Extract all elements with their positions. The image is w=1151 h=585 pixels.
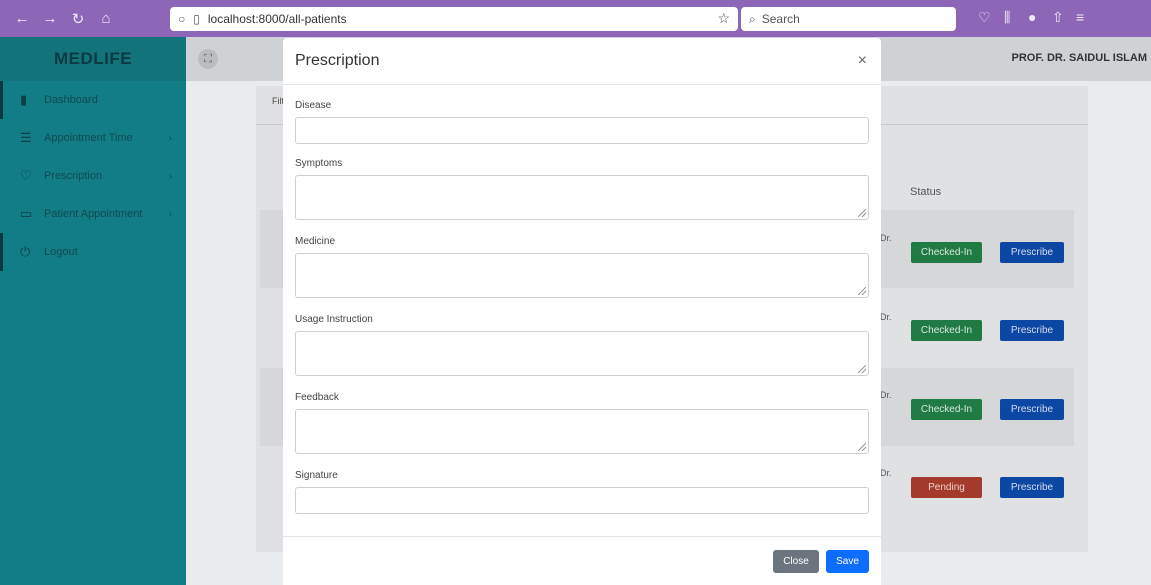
account-icon[interactable]: ● — [1028, 9, 1036, 25]
modal-footer-divider — [283, 536, 881, 537]
brand-logo[interactable]: MEDLIFE — [0, 37, 186, 81]
sidebar-item-label: Patient Appointment — [44, 208, 143, 220]
prescribe-button[interactable]: Prescribe — [1000, 242, 1064, 263]
bar-chart-icon: ▮ — [20, 92, 28, 107]
forward-arrow-icon[interactable]: → — [38, 7, 62, 31]
heart-icon: ♡ — [20, 168, 32, 183]
disease-label: Disease — [295, 100, 332, 111]
library-icon[interactable]: ⫼ — [1004, 9, 1010, 26]
address-bar[interactable]: ○ ▯ localhost:8000/all-patients ☆ — [170, 7, 738, 31]
modal-title: Prescription — [295, 52, 380, 69]
chevron-right-icon: › — [168, 132, 172, 144]
user-name[interactable]: PROF. DR. SAIDUL ISLAM — [1012, 52, 1147, 64]
shield-icon: ○ — [178, 12, 186, 26]
usage-instruction-textarea[interactable] — [295, 331, 869, 376]
save-button[interactable]: Save — [826, 550, 869, 573]
prescribe-button[interactable]: Prescribe — [1000, 477, 1064, 498]
sidebar-item-dashboard[interactable]: ▮ Dashboard — [0, 81, 186, 119]
bookmark-star-icon[interactable]: ☆ — [717, 10, 730, 27]
search-placeholder: Search — [761, 12, 800, 26]
menu-icon[interactable]: ≡ — [1076, 9, 1084, 25]
sidebar-item-label: Prescription — [44, 170, 103, 182]
sidebar: MEDLIFE ▮ Dashboard ☰ Appointment Time ›… — [0, 37, 186, 585]
doctor-cell: Dr. — [880, 233, 892, 243]
symptoms-textarea[interactable] — [295, 175, 869, 220]
sidebar-item-label: Dashboard — [44, 94, 98, 106]
status-badge: Checked-In — [911, 320, 982, 341]
status-badge: Checked-In — [911, 242, 982, 263]
doctor-cell: Dr. — [880, 312, 892, 322]
sidebar-item-logout[interactable]: ⏻ Logout — [0, 233, 186, 271]
page-icon: ▯ — [193, 12, 200, 26]
prescribe-button[interactable]: Prescribe — [1000, 320, 1064, 341]
chevron-right-icon: › — [168, 208, 172, 220]
prescription-modal: Prescription × Disease Symptoms Medicine… — [283, 38, 881, 585]
chevron-right-icon: › — [168, 170, 172, 182]
close-icon[interactable]: × — [858, 52, 867, 70]
modal-header: Prescription × — [283, 38, 881, 85]
signature-label: Signature — [295, 470, 338, 481]
prescribe-button[interactable]: Prescribe — [1000, 399, 1064, 420]
column-header-status: Status — [910, 186, 942, 198]
status-badge: Checked-In — [911, 399, 982, 420]
power-icon: ⏻ — [20, 244, 31, 259]
monitor-icon: ▭ — [20, 206, 33, 221]
feedback-label: Feedback — [295, 392, 339, 403]
doctor-cell: Dr. — [880, 390, 892, 400]
url-text: localhost:8000/all-patients — [207, 12, 347, 26]
medicine-textarea[interactable] — [295, 253, 869, 298]
pocket-icon[interactable]: ♡ — [978, 9, 991, 26]
browser-search-input[interactable]: ⌕ Search — [741, 7, 956, 31]
fullscreen-icon[interactable]: ⛶ — [198, 49, 218, 69]
list-icon: ☰ — [20, 130, 32, 145]
symptoms-label: Symptoms — [295, 158, 343, 169]
sidebar-item-label: Logout — [44, 246, 78, 258]
medicine-label: Medicine — [295, 236, 336, 247]
disease-input[interactable] — [295, 117, 869, 144]
status-badge: Pending — [911, 477, 982, 498]
sidebar-item-label: Appointment Time — [44, 132, 133, 144]
home-icon[interactable]: ⌂ — [94, 7, 118, 31]
usage-instruction-label: Usage Instruction — [295, 314, 373, 325]
sidebar-item-appointment-time[interactable]: ☰ Appointment Time › — [0, 119, 186, 157]
search-icon: ⌕ — [749, 11, 756, 26]
back-arrow-icon[interactable]: ← — [10, 7, 34, 31]
reload-icon[interactable]: ↻ — [66, 7, 90, 31]
sidebar-item-prescription[interactable]: ♡ Prescription › — [0, 157, 186, 195]
signature-input[interactable] — [295, 487, 869, 514]
doctor-cell: Dr. — [880, 468, 892, 478]
feedback-textarea[interactable] — [295, 409, 869, 454]
browser-toolbar: ← → ↻ ⌂ ○ ▯ localhost:8000/all-patients … — [0, 0, 1151, 37]
close-button[interactable]: Close — [773, 550, 819, 573]
sidebar-item-patient-appointment[interactable]: ▭ Patient Appointment › — [0, 195, 186, 233]
extensions-icon[interactable]: ⇧ — [1052, 9, 1064, 26]
